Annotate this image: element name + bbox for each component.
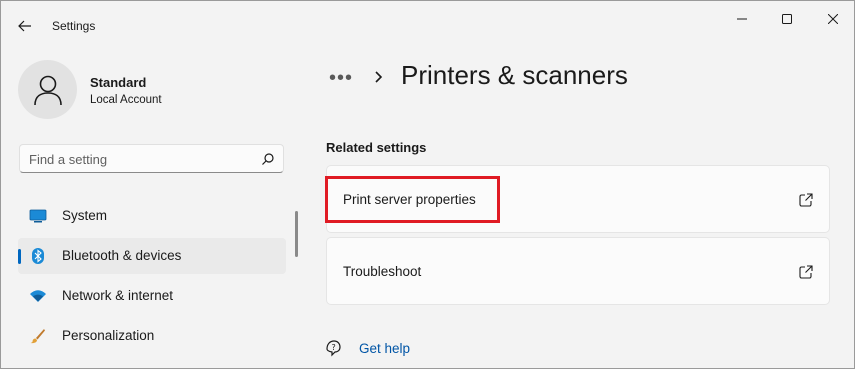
brush-icon — [29, 328, 47, 344]
bluetooth-icon — [29, 248, 47, 264]
sidebar-item-label: Bluetooth & devices — [62, 248, 182, 263]
breadcrumb-more-button[interactable]: ••• — [329, 67, 353, 90]
back-arrow-icon — [18, 20, 31, 32]
svg-text:?: ? — [332, 343, 336, 352]
close-button[interactable] — [810, 5, 854, 33]
sidebar-item-label: System — [62, 208, 108, 223]
chevron-right-icon — [375, 71, 383, 83]
back-button[interactable] — [13, 14, 37, 38]
active-indicator — [18, 249, 21, 264]
avatar[interactable] — [18, 60, 77, 119]
title-bar: Settings — [1, 1, 854, 41]
close-icon — [828, 14, 838, 24]
page-title: Printers & scanners — [401, 60, 628, 90]
settings-window: Settings Standard Local Account Find a s… — [0, 0, 855, 369]
card-label: Troubleshoot — [343, 264, 422, 279]
card-label: Print server properties — [343, 192, 476, 207]
sidebar-item-personalization[interactable]: Personalization — [18, 318, 286, 354]
sidebar-scrollbar[interactable] — [295, 211, 298, 257]
app-title: Settings — [52, 19, 96, 33]
sidebar-item-system[interactable]: System — [18, 198, 286, 234]
maximize-icon — [782, 14, 792, 24]
maximize-button[interactable] — [764, 5, 810, 33]
get-help-link[interactable]: Get help — [359, 341, 410, 356]
user-icon — [33, 75, 62, 105]
external-link-icon — [799, 265, 813, 279]
user-account-type: Local Account — [90, 94, 162, 106]
search-box — [19, 144, 284, 173]
minimize-icon — [737, 18, 747, 20]
search-input[interactable] — [29, 150, 249, 168]
sidebar-item-network-internet[interactable]: Network & internet — [18, 278, 286, 314]
minimize-button[interactable] — [719, 5, 765, 33]
user-name: Standard — [90, 75, 147, 90]
wifi-icon — [29, 288, 47, 304]
section-title: Related settings — [326, 140, 427, 155]
sidebar-item-label: Network & internet — [62, 288, 174, 303]
system-icon — [29, 208, 47, 224]
sidebar-item-label: Personalization — [62, 328, 155, 343]
search-icon[interactable] — [261, 152, 275, 166]
troubleshoot-card[interactable]: Troubleshoot — [326, 237, 830, 305]
external-link-icon — [799, 193, 813, 207]
help-icon: ? — [326, 340, 341, 357]
print-server-properties-card[interactable]: Print server properties — [326, 165, 830, 233]
sidebar-item-bluetooth-devices[interactable]: Bluetooth & devices — [18, 238, 286, 274]
